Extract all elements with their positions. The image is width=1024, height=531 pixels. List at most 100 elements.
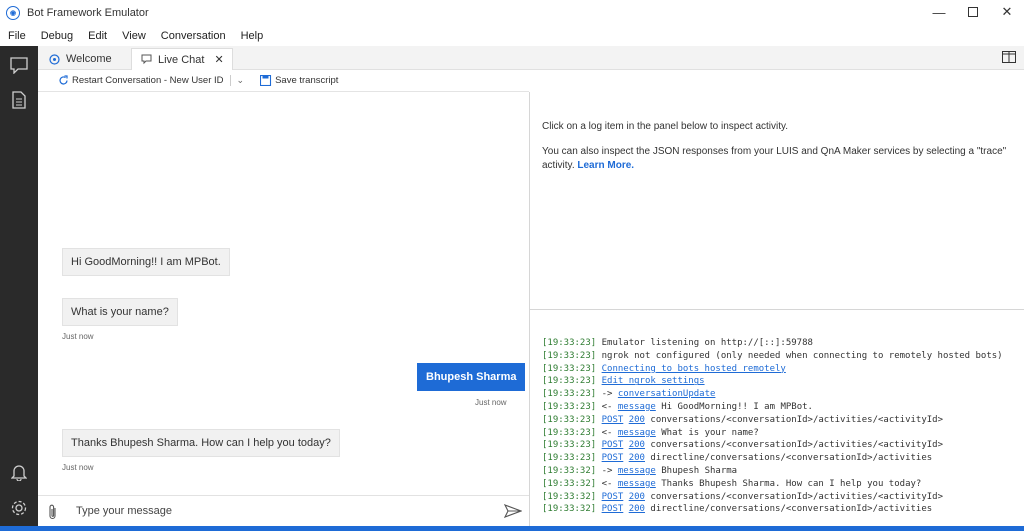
log-link[interactable]: Edit ngrok settings (602, 376, 705, 386)
bell-icon[interactable] (9, 462, 29, 482)
log-link[interactable]: Connecting to bots hosted remotely (602, 364, 786, 374)
log-timestamp: [19:33:23] (542, 389, 597, 400)
menu-file[interactable]: File (0, 30, 33, 42)
log-entry[interactable]: [19:33:23] Connecting to bots hosted rem… (542, 363, 1024, 376)
log-link[interactable]: POST (602, 504, 624, 514)
log-timestamp: [19:33:23] (542, 440, 597, 451)
inspector-description: You can also inspect the JSON responses … (542, 146, 1007, 171)
message-text: Hi GoodMorning!! I am MPBot. (71, 256, 221, 268)
message-text: What is your name? (71, 306, 169, 318)
gear-icon[interactable] (9, 498, 29, 518)
log-timestamp: [19:33:23] (542, 453, 597, 464)
log-entry[interactable]: [19:33:32] <- message Thanks Bhupesh Sha… (542, 478, 1024, 491)
chevron-down-icon[interactable]: ⌄ (229, 75, 244, 86)
log-panel: [19:33:23] Emulator listening on http://… (530, 310, 1024, 526)
window-title: Bot Framework Emulator (27, 7, 149, 19)
log-text: ngrok not configured (only needed when c… (601, 350, 1003, 361)
log-text: directline/conversations/<conversationId… (650, 453, 933, 464)
log-link[interactable]: message (618, 466, 656, 476)
maximize-icon[interactable] (956, 0, 990, 24)
menu-help[interactable]: Help (233, 30, 271, 42)
window-controls: — ✕ (922, 0, 1024, 26)
log-entry[interactable]: [19:33:23] POST 200 conversations/<conve… (542, 439, 1024, 452)
chat-transcript: Hi GoodMorning!! I am MPBot. What is you… (38, 92, 529, 495)
log-text: What is your name? (661, 427, 759, 438)
app-logo-icon: ◉ (6, 6, 20, 20)
log-entry[interactable]: [19:33:23] <- message Hi GoodMorning!! I… (542, 401, 1024, 414)
tab-welcome[interactable]: Welcome (40, 48, 130, 70)
log-entry[interactable]: [19:33:32] POST 200 conversations/<conve… (542, 491, 1024, 504)
log-entry[interactable]: [19:33:23] POST 200 conversations/<conve… (542, 414, 1024, 427)
tab-close-icon[interactable]: ✕ (214, 53, 223, 66)
status-bar (0, 526, 1024, 531)
log-timestamp: [19:33:23] (542, 427, 597, 438)
log-link[interactable]: conversationUpdate (618, 389, 716, 399)
message-input[interactable]: Type your message (76, 505, 172, 517)
log-entry[interactable]: [19:33:23] <- message What is your name? (542, 427, 1024, 440)
title-bar: ◉ Bot Framework Emulator — ✕ (0, 0, 1024, 26)
log-status-link[interactable]: 200 (629, 453, 645, 463)
tab-live-chat[interactable]: Live Chat ✕ (131, 48, 233, 70)
log-status-link[interactable]: 200 (629, 504, 645, 514)
log-timestamp: [19:33:32] (542, 465, 597, 476)
menu-conversation[interactable]: Conversation (153, 30, 233, 42)
log-link[interactable]: message (618, 428, 656, 438)
log-entry[interactable]: [19:33:23] ngrok not configured (only ne… (542, 350, 1024, 363)
save-label: Save transcript (275, 75, 339, 86)
learn-more-link[interactable]: Learn More. (577, 160, 634, 171)
menu-edit[interactable]: Edit (80, 30, 114, 42)
close-icon[interactable]: ✕ (990, 0, 1024, 24)
log-entry[interactable]: [19:33:32] -> message Bhupesh Sharma (542, 465, 1024, 478)
log-text: directline/conversations/<conversationId… (650, 504, 933, 515)
minimize-icon[interactable]: — (922, 0, 956, 24)
menu-view[interactable]: View (114, 30, 153, 42)
save-transcript-button[interactable]: Save transcript (260, 75, 338, 86)
bot-message[interactable]: What is your name? (62, 298, 178, 326)
log-entry[interactable]: [19:33:23] -> conversationUpdate (542, 388, 1024, 401)
user-message[interactable]: Bhupesh Sharma (417, 363, 526, 391)
log-status-link[interactable]: 200 (629, 440, 645, 450)
document-icon[interactable] (9, 90, 29, 110)
send-icon[interactable] (503, 503, 523, 519)
log-text: conversations/<conversationId>/activitie… (650, 414, 944, 425)
log-text: conversations/<conversationId>/activitie… (650, 491, 944, 502)
message-timestamp: Just now (62, 463, 94, 472)
log-timestamp: [19:33:23] (542, 414, 597, 425)
chat-icon (140, 54, 152, 66)
bot-message[interactable]: Hi GoodMorning!! I am MPBot. (62, 248, 230, 276)
activity-bar (0, 46, 38, 526)
inspector-hint: Click on a log item in the panel below t… (542, 121, 789, 132)
log-timestamp: [19:33:32] (542, 491, 597, 502)
log-timestamp: [19:33:23] (542, 376, 597, 387)
chat-bubble-icon[interactable] (9, 55, 29, 75)
message-timestamp: Just now (62, 332, 94, 341)
inspector-panel: Click on a log item in the panel below t… (530, 92, 1024, 309)
restart-conversation-button[interactable]: Restart Conversation - New User ID ⌄ (58, 75, 244, 86)
message-timestamp: Just now (475, 398, 507, 407)
split-view-icon[interactable] (1002, 51, 1016, 63)
log-timestamp: [19:33:32] (542, 478, 597, 489)
log-text: conversations/<conversationId>/activitie… (650, 440, 944, 451)
log-link[interactable]: POST (602, 453, 624, 463)
log-timestamp: [19:33:23] (542, 401, 597, 412)
log-status-link[interactable]: 200 (629, 492, 645, 502)
log-link[interactable]: message (618, 479, 656, 489)
chat-toolbar: Restart Conversation - New User ID ⌄ Sav… (38, 70, 529, 92)
log-entry[interactable]: [19:33:23] Edit ngrok settings (542, 375, 1024, 388)
log-entry[interactable]: [19:33:23] POST 200 directline/conversat… (542, 452, 1024, 465)
log-status-link[interactable]: 200 (629, 415, 645, 425)
bot-message[interactable]: Thanks Bhupesh Sharma. How can I help yo… (62, 429, 340, 457)
log-link[interactable]: POST (602, 415, 624, 425)
log-timestamp: [19:33:23] (542, 363, 597, 374)
menu-debug[interactable]: Debug (33, 30, 80, 42)
log-link[interactable]: POST (602, 492, 624, 502)
log-link[interactable]: message (618, 402, 656, 412)
log-text: Emulator listening on http://[::]:59788 (601, 338, 813, 348)
log-text: Bhupesh Sharma (661, 465, 738, 476)
save-icon (260, 75, 272, 86)
message-input-row: Type your message (38, 495, 529, 526)
log-entry[interactable]: [19:33:23] Emulator listening on http://… (542, 337, 1024, 350)
log-entry[interactable]: [19:33:32] POST 200 directline/conversat… (542, 503, 1024, 516)
log-link[interactable]: POST (602, 440, 624, 450)
attachment-icon[interactable] (47, 503, 59, 521)
